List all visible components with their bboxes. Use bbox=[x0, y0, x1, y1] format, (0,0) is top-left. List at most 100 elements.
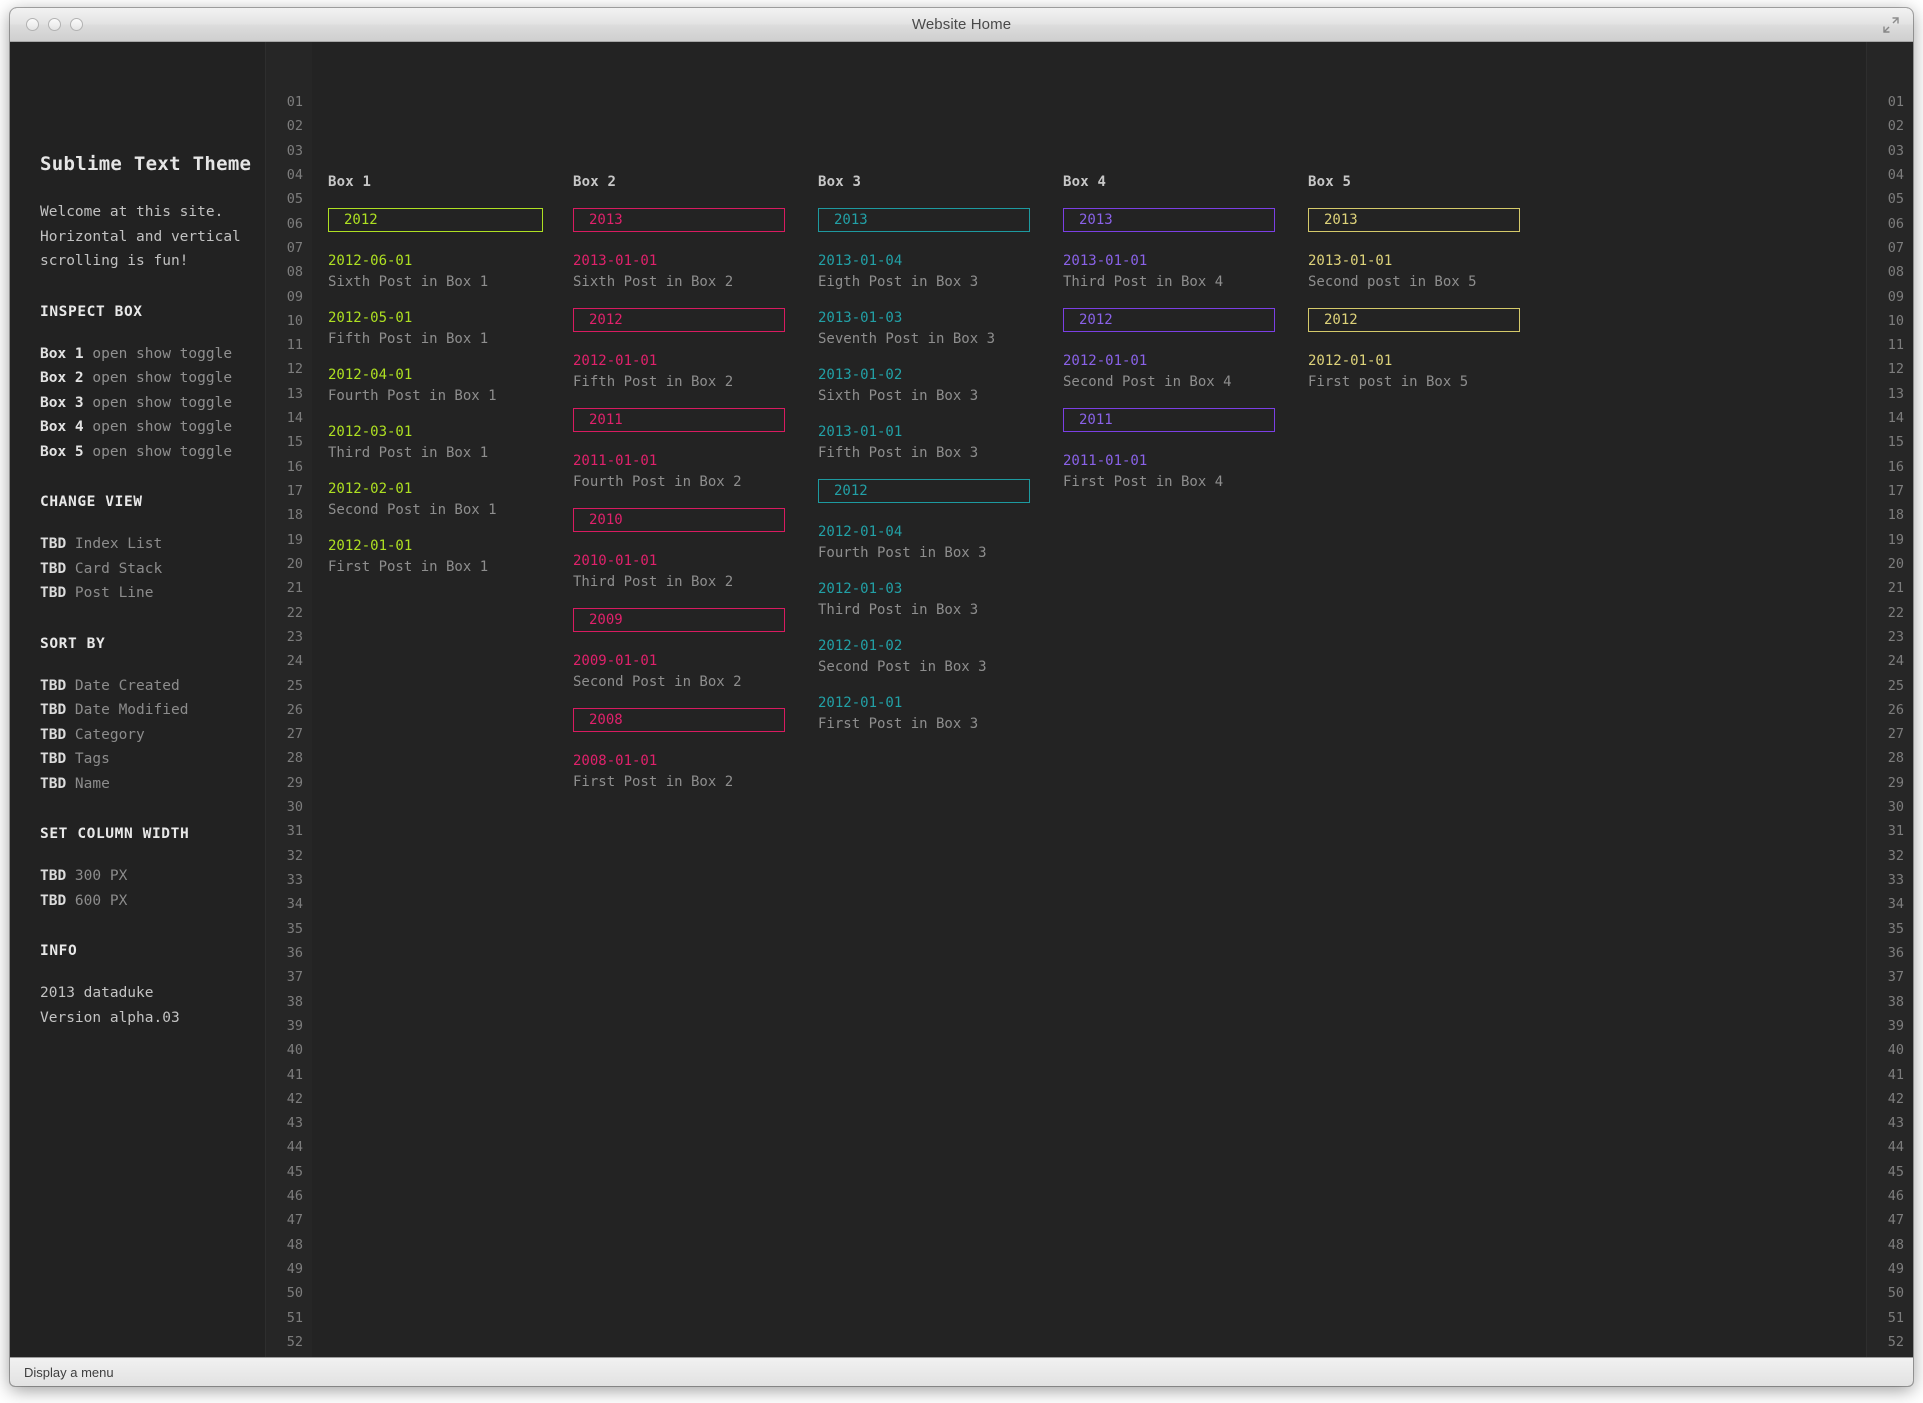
sidebar-item-label[interactable]: 300 PX bbox=[66, 868, 127, 884]
post-title[interactable]: Second Post in Box 4 bbox=[1063, 372, 1308, 392]
sidebar-item-box-2-open-show-toggle[interactable]: Box 2 open show toggle bbox=[40, 366, 265, 391]
post-entry[interactable]: 2013-01-01 Sixth Post in Box 2 bbox=[573, 251, 818, 292]
post-entry[interactable]: 2012-05-01 Fifth Post in Box 1 bbox=[328, 308, 573, 349]
year-header-box[interactable]: 2012 bbox=[328, 208, 543, 232]
post-title[interactable]: First Post in Box 3 bbox=[818, 714, 1063, 734]
year-header-box[interactable]: 2013 bbox=[1308, 208, 1520, 232]
post-entry[interactable]: 2013-01-03 Seventh Post in Box 3 bbox=[818, 308, 1063, 349]
post-title[interactable]: Second Post in Box 1 bbox=[328, 500, 573, 520]
post-entry[interactable]: 2011-01-01 Fourth Post in Box 2 bbox=[573, 451, 818, 492]
year-header-box[interactable]: 2012 bbox=[818, 479, 1030, 503]
sidebar-item-label[interactable]: open show toggle bbox=[84, 370, 232, 386]
post-entry[interactable]: 2012-01-02 Second Post in Box 3 bbox=[818, 636, 1063, 677]
post-title[interactable]: Fifth Post in Box 3 bbox=[818, 443, 1063, 463]
post-entry[interactable]: 2012-04-01 Fourth Post in Box 1 bbox=[328, 365, 573, 406]
post-title[interactable]: Second Post in Box 3 bbox=[818, 657, 1063, 677]
post-entry[interactable]: 2012-01-01 First Post in Box 3 bbox=[818, 693, 1063, 734]
sidebar-item-tbd-600-px[interactable]: TBD 600 PX bbox=[40, 889, 265, 914]
year-header-box[interactable]: 2011 bbox=[1063, 408, 1275, 432]
editor-canvas[interactable]: Box 1 2012 2012-06-01 Sixth Post in Box 1 20… bbox=[312, 42, 1866, 1357]
year-header-box[interactable]: 2013 bbox=[573, 208, 785, 232]
year-header-box[interactable]: 2010 bbox=[573, 508, 785, 532]
sidebar-item-label[interactable]: open show toggle bbox=[84, 419, 232, 435]
sidebar-item-tbd-tags[interactable]: TBD Tags bbox=[40, 747, 265, 772]
year-header-box[interactable]: 2011 bbox=[573, 408, 785, 432]
line-number: 40 bbox=[1887, 1042, 1904, 1059]
sidebar-item-label[interactable]: Date Modified bbox=[66, 702, 189, 718]
year-header-box[interactable]: 2013 bbox=[818, 208, 1030, 232]
sidebar-item-label[interactable]: Index List bbox=[66, 536, 162, 552]
sidebar-item-label[interactable]: Name bbox=[66, 776, 110, 792]
sidebar-item-label[interactable]: open show toggle bbox=[84, 444, 232, 460]
sidebar-item-label[interactable]: Date Created bbox=[66, 678, 180, 694]
sidebar-item-tbd-date-created[interactable]: TBD Date Created bbox=[40, 674, 265, 699]
post-title[interactable]: Second Post in Box 2 bbox=[573, 672, 818, 692]
sidebar-item-box-5-open-show-toggle[interactable]: Box 5 open show toggle bbox=[40, 440, 265, 465]
post-title[interactable]: First Post in Box 4 bbox=[1063, 472, 1308, 492]
post-title[interactable]: Fourth Post in Box 1 bbox=[328, 386, 573, 406]
sidebar-item-box-3-open-show-toggle[interactable]: Box 3 open show toggle bbox=[40, 391, 265, 416]
sidebar-item-tbd-name[interactable]: TBD Name bbox=[40, 772, 265, 797]
sidebar-item-tbd-date-modified[interactable]: TBD Date Modified bbox=[40, 698, 265, 723]
post-title[interactable]: Second post in Box 5 bbox=[1308, 272, 1553, 292]
post-entry[interactable]: 2012-02-01 Second Post in Box 1 bbox=[328, 479, 573, 520]
post-entry[interactable]: 2012-06-01 Sixth Post in Box 1 bbox=[328, 251, 573, 292]
post-title[interactable]: Sixth Post in Box 2 bbox=[573, 272, 818, 292]
expand-arrows-icon[interactable] bbox=[1882, 16, 1900, 34]
post-title[interactable]: First Post in Box 1 bbox=[328, 557, 573, 577]
sidebar-item-tbd-post-line[interactable]: TBD Post Line bbox=[40, 581, 265, 606]
post-title[interactable]: Fifth Post in Box 2 bbox=[573, 372, 818, 392]
sidebar-item-label[interactable]: 600 PX bbox=[66, 893, 127, 909]
post-entry[interactable]: 2011-01-01 First Post in Box 4 bbox=[1063, 451, 1308, 492]
post-entry[interactable]: 2013-01-04 Eigth Post in Box 3 bbox=[818, 251, 1063, 292]
post-entry[interactable]: 2013-01-01 Third Post in Box 4 bbox=[1063, 251, 1308, 292]
sidebar-item-tbd-index-list[interactable]: TBD Index List bbox=[40, 532, 265, 557]
post-title[interactable]: Third Post in Box 3 bbox=[818, 600, 1063, 620]
post-entry[interactable]: 2010-01-01 Third Post in Box 2 bbox=[573, 551, 818, 592]
post-title[interactable]: Fifth Post in Box 1 bbox=[328, 329, 573, 349]
sidebar-item-label[interactable]: Tags bbox=[66, 751, 110, 767]
year-header-box[interactable]: 2008 bbox=[573, 708, 785, 732]
post-entry[interactable]: 2012-03-01 Third Post in Box 1 bbox=[328, 422, 573, 463]
sidebar-item-tbd-300-px[interactable]: TBD 300 PX bbox=[40, 864, 265, 889]
sidebar-item-tbd-card-stack[interactable]: TBD Card Stack bbox=[40, 557, 265, 582]
year-header-box[interactable]: 2012 bbox=[1308, 308, 1520, 332]
post-entry[interactable]: 2012-01-04 Fourth Post in Box 3 bbox=[818, 522, 1063, 563]
sidebar-item-box-4-open-show-toggle[interactable]: Box 4 open show toggle bbox=[40, 415, 265, 440]
year-header-box[interactable]: 2013 bbox=[1063, 208, 1275, 232]
sidebar-item-label[interactable]: Post Line bbox=[66, 585, 154, 601]
post-title[interactable]: Sixth Post in Box 3 bbox=[818, 386, 1063, 406]
post-title[interactable]: Fourth Post in Box 3 bbox=[818, 543, 1063, 563]
post-entry[interactable]: 2013-01-01 Fifth Post in Box 3 bbox=[818, 422, 1063, 463]
sidebar-item-label[interactable]: Category bbox=[66, 727, 145, 743]
sidebar-item-box-1-open-show-toggle[interactable]: Box 1 open show toggle bbox=[40, 342, 265, 367]
window-titlebar[interactable]: Website Home bbox=[10, 8, 1913, 42]
post-title[interactable]: Sixth Post in Box 1 bbox=[328, 272, 573, 292]
post-entry[interactable]: 2009-01-01 Second Post in Box 2 bbox=[573, 651, 818, 692]
post-entry[interactable]: 2012-01-01 First post in Box 5 bbox=[1308, 351, 1553, 392]
post-entry[interactable]: 2013-01-02 Sixth Post in Box 3 bbox=[818, 365, 1063, 406]
year-header-box[interactable]: 2009 bbox=[573, 608, 785, 632]
post-title[interactable]: Seventh Post in Box 3 bbox=[818, 329, 1063, 349]
post-entry[interactable]: 2013-01-01 Second post in Box 5 bbox=[1308, 251, 1553, 292]
year-header-box[interactable]: 2012 bbox=[1063, 308, 1275, 332]
post-entry[interactable]: 2012-01-03 Third Post in Box 3 bbox=[818, 579, 1063, 620]
line-number: 18 bbox=[1887, 507, 1904, 524]
post-title[interactable]: First post in Box 5 bbox=[1308, 372, 1553, 392]
post-entry[interactable]: 2012-01-01 Second Post in Box 4 bbox=[1063, 351, 1308, 392]
post-title[interactable]: Third Post in Box 1 bbox=[328, 443, 573, 463]
post-title[interactable]: First Post in Box 2 bbox=[573, 772, 818, 792]
post-entry[interactable]: 2008-01-01 First Post in Box 2 bbox=[573, 751, 818, 792]
post-title[interactable]: Third Post in Box 2 bbox=[573, 572, 818, 592]
post-title[interactable]: Fourth Post in Box 2 bbox=[573, 472, 818, 492]
year-header-box[interactable]: 2012 bbox=[573, 308, 785, 332]
sidebar-item-label[interactable]: open show toggle bbox=[84, 346, 232, 362]
post-entry[interactable]: 2012-01-01 Fifth Post in Box 2 bbox=[573, 351, 818, 392]
line-number: 19 bbox=[1887, 531, 1904, 548]
post-title[interactable]: Third Post in Box 4 bbox=[1063, 272, 1308, 292]
sidebar-item-tbd-category[interactable]: TBD Category bbox=[40, 723, 265, 748]
post-title[interactable]: Eigth Post in Box 3 bbox=[818, 272, 1063, 292]
sidebar-item-label[interactable]: open show toggle bbox=[84, 395, 232, 411]
post-entry[interactable]: 2012-01-01 First Post in Box 1 bbox=[328, 536, 573, 577]
sidebar-item-label[interactable]: Card Stack bbox=[66, 561, 162, 577]
